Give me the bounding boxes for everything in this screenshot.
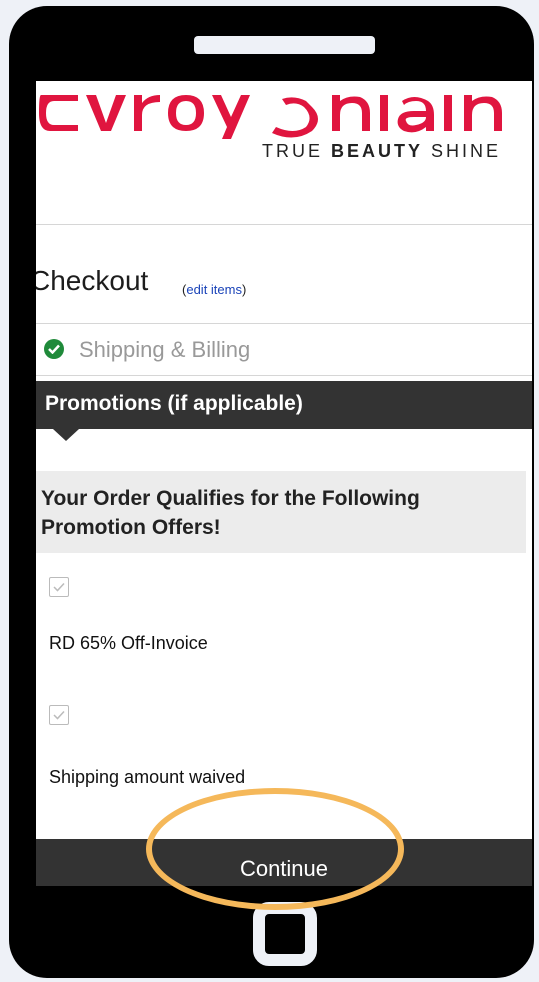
offer-checkbox[interactable] [49,705,69,725]
offer-checkbox[interactable] [49,577,69,597]
divider [36,224,532,225]
step-shipping-billing[interactable]: Shipping & Billing [79,337,250,363]
offer-label: RD 65% Off-Invoice [49,633,208,653]
logo-wordmark-icon [39,95,502,139]
edit-items-link-wrapper: (edit items) [182,282,247,297]
promotions-title: Promotions (if applicable) [45,392,303,415]
phone-speaker [194,36,375,54]
promotions-header: Promotions (if applicable) [36,381,532,429]
check-circle-icon [44,339,64,359]
offer-label: Shipping amount waived [49,767,246,787]
qualify-text: Your Order Qualifies for the Following P… [41,487,420,539]
checkmark-icon [53,710,65,720]
home-button[interactable] [253,902,317,966]
highlight-annotation [146,788,404,910]
page-title: Checkout [36,265,149,296]
phone-screen: TRUE BEAUTY SHINE Checkout (edit items) … [36,81,532,886]
divider [36,323,532,324]
brand-tagline: TRUE BEAUTY SHINE [262,141,502,161]
divider [36,375,532,376]
header-pointer-icon [53,429,79,441]
brand-logo: TRUE BEAUTY SHINE [36,81,532,291]
checkmark-icon [53,582,65,592]
edit-items-link[interactable]: edit items [186,282,242,297]
qualify-banner: Your Order Qualifies for the Following P… [36,471,526,553]
